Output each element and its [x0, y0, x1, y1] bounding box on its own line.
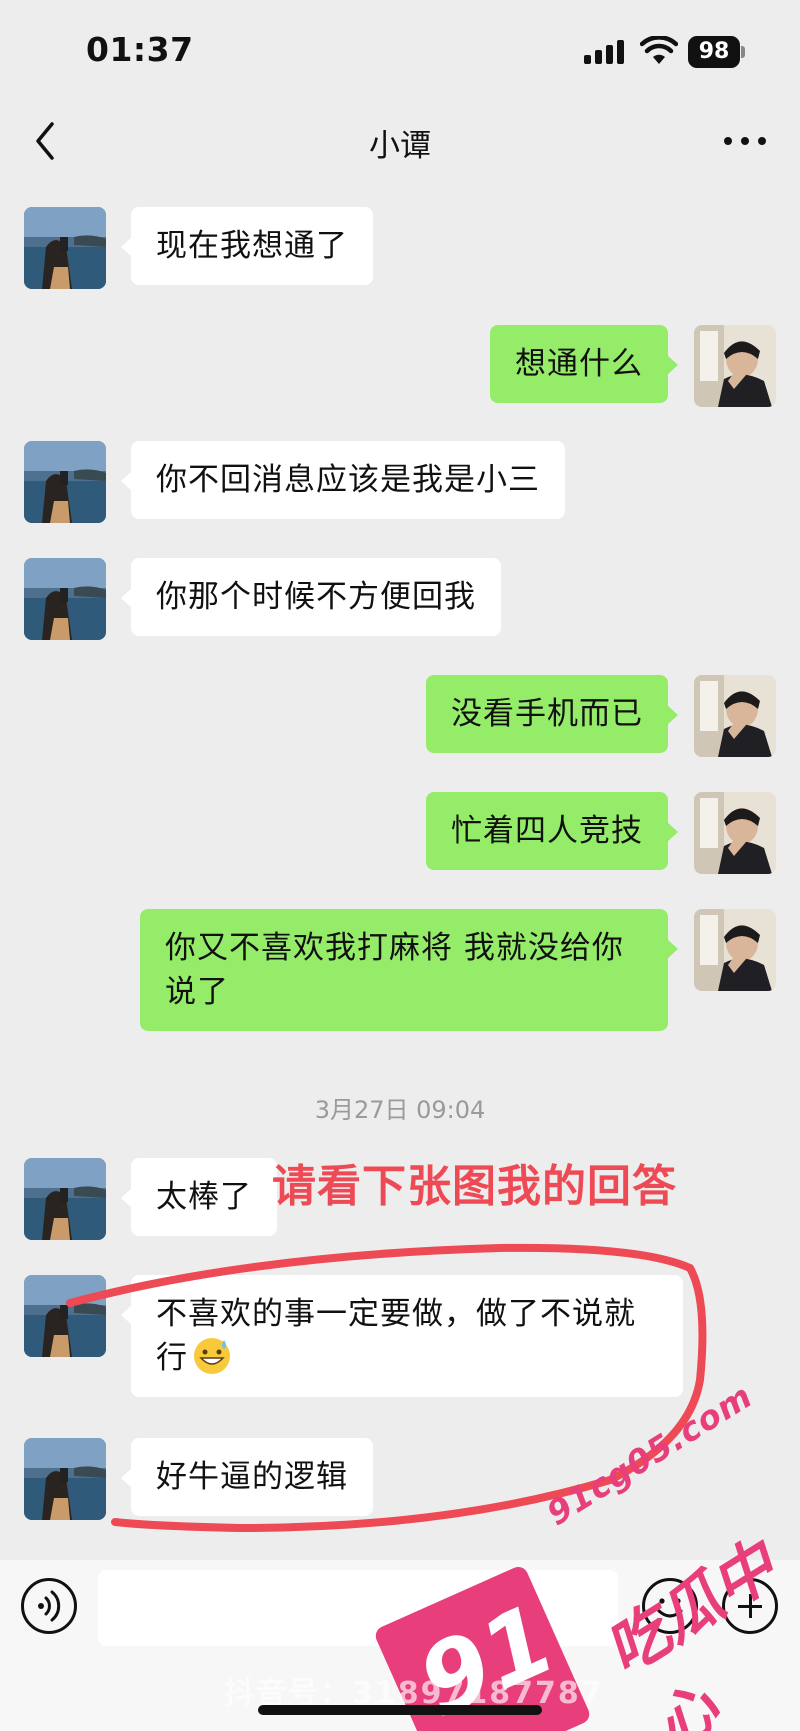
message-bubble-outgoing[interactable]: 你又不喜欢我打麻将 我就没给你说了 [140, 909, 678, 1031]
message-bubble-outgoing[interactable]: 想通什么 [490, 325, 678, 403]
status-bar: 01:37 98 [0, 0, 800, 100]
message-bubble-incoming[interactable]: 现在我想通了 [121, 207, 373, 285]
message-bubble-incoming[interactable]: 好牛逼的逻辑 [121, 1438, 373, 1516]
self-avatar[interactable] [694, 325, 776, 407]
contact-avatar[interactable] [24, 1158, 106, 1240]
chat-screen: 01:37 98 小谭 现在我想通了 想通什么 你不回消息应该是我是小三 你那个… [0, 0, 800, 1731]
contact-avatar[interactable] [24, 207, 106, 289]
red-circle-annotation [66, 1243, 707, 1533]
wifi-icon [640, 36, 678, 64]
message-bubble-incoming[interactable]: 不喜欢的事一定要做，做了不说就行 [121, 1275, 683, 1397]
message-bubble-outgoing[interactable]: 没看手机而已 [426, 675, 678, 753]
chat-title: 小谭 [369, 128, 431, 164]
self-avatar[interactable] [694, 792, 776, 874]
self-avatar[interactable] [694, 909, 776, 991]
message-bubble-incoming[interactable]: 太棒了 [121, 1158, 277, 1236]
nav-bar: 小谭 [0, 100, 800, 186]
battery-level: 98 [688, 36, 740, 68]
battery-icon: 98 [688, 36, 746, 68]
signal-icon [584, 40, 626, 64]
grinning-sweat-emoji [194, 1338, 230, 1374]
self-avatar[interactable] [694, 675, 776, 757]
message-bubble-incoming[interactable]: 你那个时候不方便回我 [121, 558, 501, 636]
voice-input-button[interactable] [21, 1578, 77, 1634]
message-bubble-outgoing[interactable]: 忙着四人竞技 [426, 792, 678, 870]
message-bubble-incoming[interactable]: 你不回消息应该是我是小三 [121, 441, 565, 519]
status-time: 01:37 [86, 30, 194, 69]
contact-avatar[interactable] [24, 1438, 106, 1520]
red-annotation-text: 请看下张图我的回答 [272, 1161, 677, 1212]
contact-avatar[interactable] [24, 558, 106, 640]
message-timestamp: 3月27日 09:04 [314, 1096, 486, 1124]
contact-avatar[interactable] [24, 1275, 106, 1357]
watermark-url: 91cg05.com [540, 1375, 760, 1534]
contact-avatar[interactable] [24, 441, 106, 523]
home-indicator[interactable] [258, 1705, 542, 1715]
more-options-button[interactable] [720, 126, 770, 156]
